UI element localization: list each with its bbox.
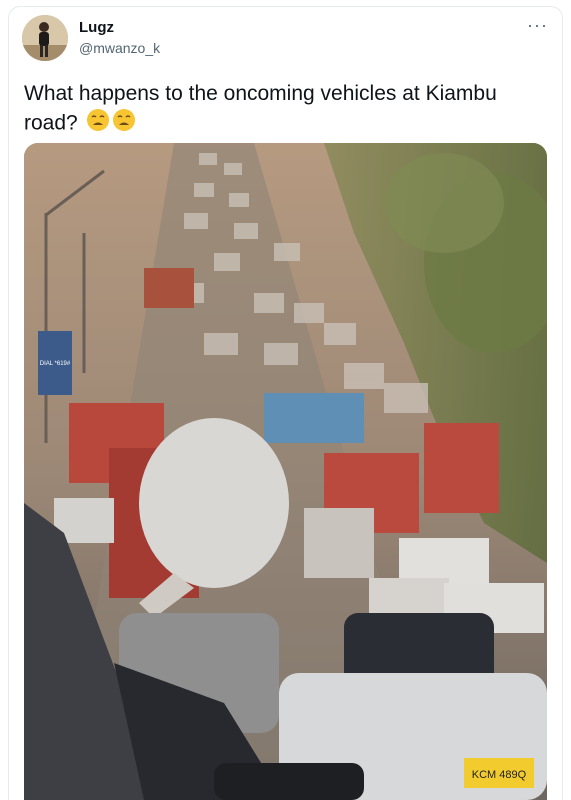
author-name[interactable]: Lugz bbox=[79, 19, 114, 36]
tweet-photo[interactable]: DIAL *619# KCM 489Q bbox=[24, 143, 547, 800]
tweet-text: What happens to the oncoming vehicles at… bbox=[24, 80, 544, 140]
avatar[interactable] bbox=[22, 15, 68, 61]
weary-face-icon bbox=[86, 108, 110, 140]
avatar-image bbox=[22, 15, 68, 61]
traffic-jam-image: DIAL *619# KCM 489Q bbox=[24, 143, 547, 800]
number-plate: KCM 489Q bbox=[472, 769, 527, 781]
tweet-text-line2: road? bbox=[24, 111, 78, 135]
weary-face-icon bbox=[112, 108, 136, 140]
billboard-text: DIAL *619# bbox=[40, 361, 71, 367]
tweet-text-line1: What happens to the oncoming vehicles at… bbox=[24, 82, 497, 105]
author-handle[interactable]: @mwanzo_k bbox=[79, 40, 160, 56]
more-icon[interactable]: ··· bbox=[527, 16, 548, 34]
